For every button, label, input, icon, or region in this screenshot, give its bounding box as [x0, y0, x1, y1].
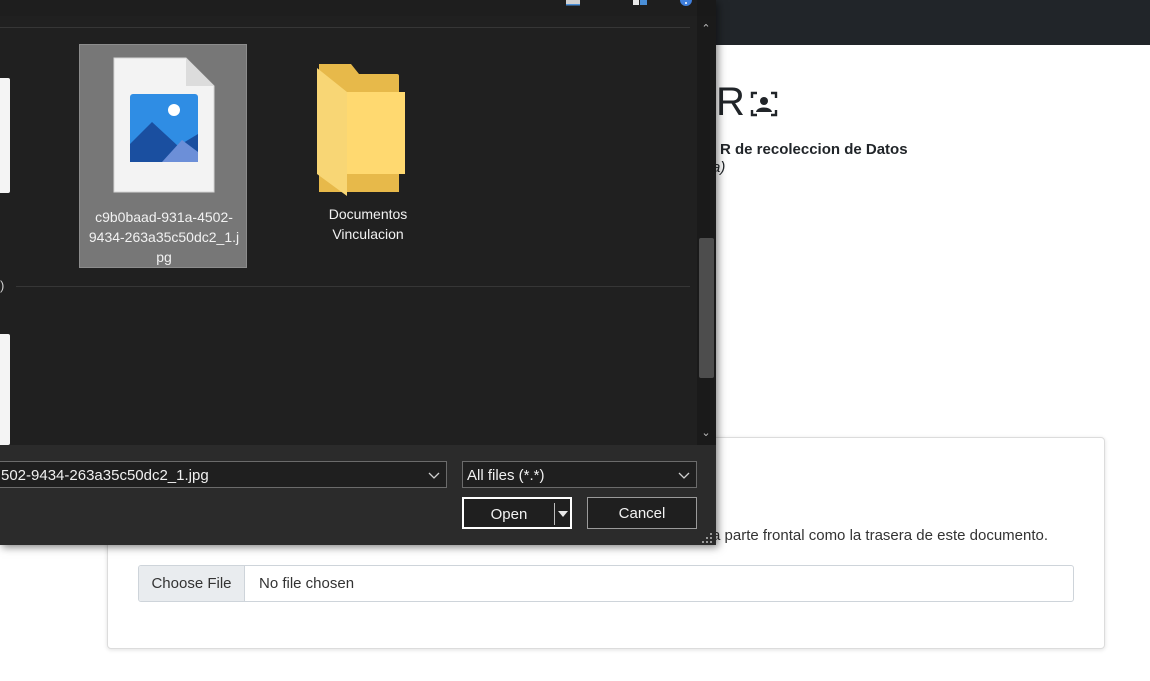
- folder-name-line: Documentos: [328, 206, 408, 222]
- vertical-scrollbar[interactable]: ⌃ ⌄: [697, 16, 716, 445]
- preview-pane-icon[interactable]: [632, 0, 648, 6]
- page-subtitle: R de recoleccion de Datos: [720, 141, 908, 158]
- page-title: R: [716, 80, 745, 124]
- file-list-view[interactable]: c9b0baad-931a-4502- 9434-263a35c50dc2_1.…: [0, 16, 697, 445]
- partial-file-icon[interactable]: [0, 78, 10, 193]
- dialog-footer: 502-9434-263a35c50dc2_1.jpg All files (*…: [0, 445, 716, 545]
- folder-icon: [317, 64, 405, 196]
- folder-name-line: Vinculacion: [332, 226, 404, 242]
- choose-file-button[interactable]: Choose File: [139, 566, 245, 601]
- dialog-toolbar: [0, 0, 697, 16]
- group-divider: [0, 27, 690, 28]
- folder-item[interactable]: Documentos Vinculacion: [284, 44, 452, 268]
- help-icon[interactable]: [678, 0, 694, 6]
- chevron-down-icon[interactable]: [428, 462, 440, 488]
- file-item-selected[interactable]: c9b0baad-931a-4502- 9434-263a35c50dc2_1.…: [79, 44, 247, 268]
- file-type-value: All files (*.*): [467, 467, 545, 484]
- scroll-down-arrow-icon[interactable]: ⌄: [701, 428, 711, 439]
- image-file-icon: [113, 57, 215, 193]
- dropdown-arrow-icon[interactable]: [557, 509, 569, 519]
- view-icon[interactable]: [565, 0, 581, 6]
- file-status-text: No file chosen: [259, 575, 355, 592]
- chevron-down-icon[interactable]: [678, 462, 690, 488]
- file-type-select[interactable]: All files (*.*): [462, 461, 697, 488]
- person-id-card-icon: [750, 91, 778, 117]
- filename-value: 502-9434-263a35c50dc2_1.jpg: [1, 467, 209, 484]
- file-open-dialog: c9b0baad-931a-4502- 9434-263a35c50dc2_1.…: [0, 0, 716, 545]
- partial-file-icon[interactable]: [0, 334, 10, 445]
- file-name-line: c9b0baad-931a-4502-: [95, 209, 233, 225]
- open-button-label: Open: [490, 506, 528, 523]
- scroll-thumb[interactable]: [699, 238, 714, 378]
- file-name-line: pg: [156, 249, 172, 265]
- cancel-button[interactable]: Cancel: [587, 497, 697, 529]
- group-divider: [16, 286, 690, 287]
- resize-grip-icon[interactable]: [700, 531, 714, 545]
- scroll-up-arrow-icon[interactable]: ⌃: [701, 24, 711, 35]
- group-header-label: ): [0, 278, 5, 293]
- upload-instructions: a parte frontal como la trasera de este …: [712, 527, 1049, 544]
- file-name-line: 9434-263a35c50dc2_1.j: [88, 229, 240, 245]
- open-button[interactable]: Open: [462, 497, 572, 529]
- split-divider: [554, 503, 555, 525]
- filename-combobox[interactable]: 502-9434-263a35c50dc2_1.jpg: [0, 461, 447, 488]
- file-upload-input[interactable]: Choose File No file chosen: [138, 565, 1074, 602]
